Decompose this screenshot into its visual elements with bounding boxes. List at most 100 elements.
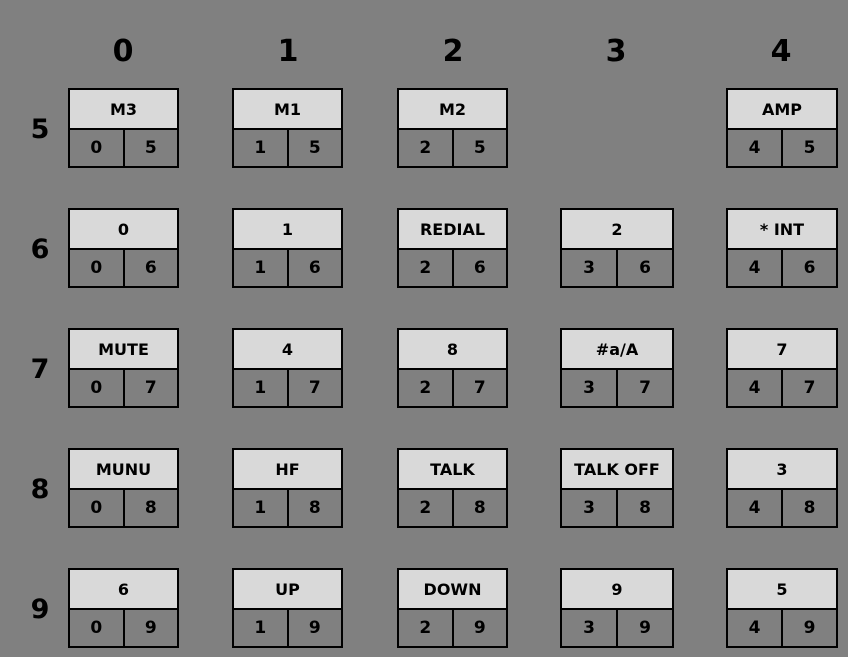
key-cell-4-9[interactable]: 549 — [726, 568, 838, 648]
key-cell-2-6[interactable]: REDIAL 2 6 — [397, 208, 508, 288]
key-cell-1-8[interactable]: HF 1 8 — [232, 448, 343, 528]
key-coord-row: 7 — [783, 370, 836, 406]
key-coords: 48 — [728, 490, 836, 526]
key-coords: 39 — [562, 610, 672, 646]
key-coord-column: 2 — [399, 250, 454, 286]
key-coords: 25 — [399, 130, 506, 166]
column-header-0: 0 — [112, 34, 134, 69]
key-coord-column: 3 — [562, 370, 618, 406]
key-coord-row: 9 — [618, 610, 672, 646]
key-label: 1 — [234, 210, 341, 250]
key-coords: 05 — [70, 130, 177, 166]
key-label: TALK — [399, 450, 506, 490]
key-coord-column: 4 — [728, 250, 783, 286]
key-coords: 08 — [70, 490, 177, 526]
key-coord-row: 6 — [288, 250, 341, 286]
key-coord-row: 9 — [124, 610, 177, 646]
key-coord-column: 4 — [728, 370, 783, 406]
key-cell-0-8[interactable]: MUNU 0 8 — [68, 448, 179, 528]
key-label: HF — [234, 450, 341, 490]
key-cell-2-7[interactable]: 827 — [397, 328, 508, 408]
key-label: 4 — [234, 330, 341, 370]
key-coords: 37 — [562, 370, 672, 406]
key-coord-row: 5 — [783, 130, 836, 166]
column-header-3: 3 — [605, 34, 627, 69]
row-header-6: 6 — [30, 234, 50, 265]
key-label: * INT — [728, 210, 836, 250]
key-coord-row: 7 — [124, 370, 177, 406]
key-cell-1-7[interactable]: 417 — [232, 328, 343, 408]
key-coords: 26 — [399, 250, 506, 286]
key-cell-4-6[interactable]: * INT 4 6 — [726, 208, 838, 288]
key-coords: 15 — [234, 130, 341, 166]
key-coord-row: 7 — [618, 370, 672, 406]
key-label: 9 — [562, 570, 672, 610]
key-cell-1-6[interactable]: 116 — [232, 208, 343, 288]
key-coord-row: 6 — [124, 250, 177, 286]
key-coord-row: 8 — [618, 490, 672, 526]
key-cell-3-9[interactable]: 939 — [560, 568, 674, 648]
key-coord-row: 8 — [453, 490, 506, 526]
key-coord-column: 1 — [234, 370, 289, 406]
key-cell-4-5[interactable]: AMP 4 5 — [726, 88, 838, 168]
key-coords: 27 — [399, 370, 506, 406]
key-label: MUNU — [70, 450, 177, 490]
key-cell-4-8[interactable]: 348 — [726, 448, 838, 528]
column-header-2: 2 — [442, 34, 464, 69]
key-coord-column: 0 — [70, 250, 125, 286]
key-cell-2-9[interactable]: DOWN 2 9 — [397, 568, 508, 648]
key-cell-empty-3-5 — [560, 88, 674, 168]
key-label: REDIAL — [399, 210, 506, 250]
key-coord-column: 0 — [70, 370, 125, 406]
key-cell-0-9[interactable]: 609 — [68, 568, 179, 648]
key-label: 6 — [70, 570, 177, 610]
key-label: AMP — [728, 90, 836, 130]
key-label: 8 — [399, 330, 506, 370]
key-cell-3-8[interactable]: TALK OFF 3 8 — [560, 448, 674, 528]
key-coords: 09 — [70, 610, 177, 646]
column-header-1: 1 — [277, 34, 299, 69]
key-cell-0-6[interactable]: 006 — [68, 208, 179, 288]
key-cell-1-9[interactable]: UP 1 9 — [232, 568, 343, 648]
key-coord-row: 8 — [124, 490, 177, 526]
key-coords: 38 — [562, 490, 672, 526]
row-header-8: 8 — [30, 474, 50, 505]
key-cell-2-5[interactable]: M2 2 5 — [397, 88, 508, 168]
key-label: TALK OFF — [562, 450, 672, 490]
key-coord-row: 6 — [618, 250, 672, 286]
key-label: M1 — [234, 90, 341, 130]
key-coords: 45 — [728, 130, 836, 166]
key-coords: 36 — [562, 250, 672, 286]
key-label: 0 — [70, 210, 177, 250]
key-coord-column: 0 — [70, 130, 125, 166]
key-cell-1-5[interactable]: M1 1 5 — [232, 88, 343, 168]
key-coord-column: 1 — [234, 250, 289, 286]
key-cell-0-7[interactable]: MUTE 0 7 — [68, 328, 179, 408]
key-coord-column: 1 — [234, 610, 289, 646]
column-header-4: 4 — [770, 34, 792, 69]
key-coord-row: 7 — [288, 370, 341, 406]
key-coord-column: 2 — [399, 490, 454, 526]
key-cell-0-5[interactable]: M3 0 5 — [68, 88, 179, 168]
key-coords: 46 — [728, 250, 836, 286]
key-coords: 16 — [234, 250, 341, 286]
key-label: 5 — [728, 570, 836, 610]
key-cell-3-6[interactable]: 236 — [560, 208, 674, 288]
row-header-9: 9 — [30, 594, 50, 625]
key-coord-row: 5 — [124, 130, 177, 166]
key-cell-4-7[interactable]: 747 — [726, 328, 838, 408]
key-label: MUTE — [70, 330, 177, 370]
key-coord-column: 4 — [728, 130, 783, 166]
key-coord-column: 2 — [399, 370, 454, 406]
key-cell-2-8[interactable]: TALK 2 8 — [397, 448, 508, 528]
key-coords: 29 — [399, 610, 506, 646]
key-cell-3-7[interactable]: #a/A 3 7 — [560, 328, 674, 408]
key-coords: 17 — [234, 370, 341, 406]
key-coords: 49 — [728, 610, 836, 646]
key-coord-row: 7 — [453, 370, 506, 406]
key-coord-row: 5 — [453, 130, 506, 166]
key-coords: 19 — [234, 610, 341, 646]
key-coord-column: 1 — [234, 490, 289, 526]
keypad-matrix: 0 1 2 3 4 5 6 7 8 9 M3 0 5 M1 1 5 M2 2 5 AMP 4 5 0 0 6 1 1 6 REDIAL 2… — [0, 0, 848, 657]
key-label: UP — [234, 570, 341, 610]
